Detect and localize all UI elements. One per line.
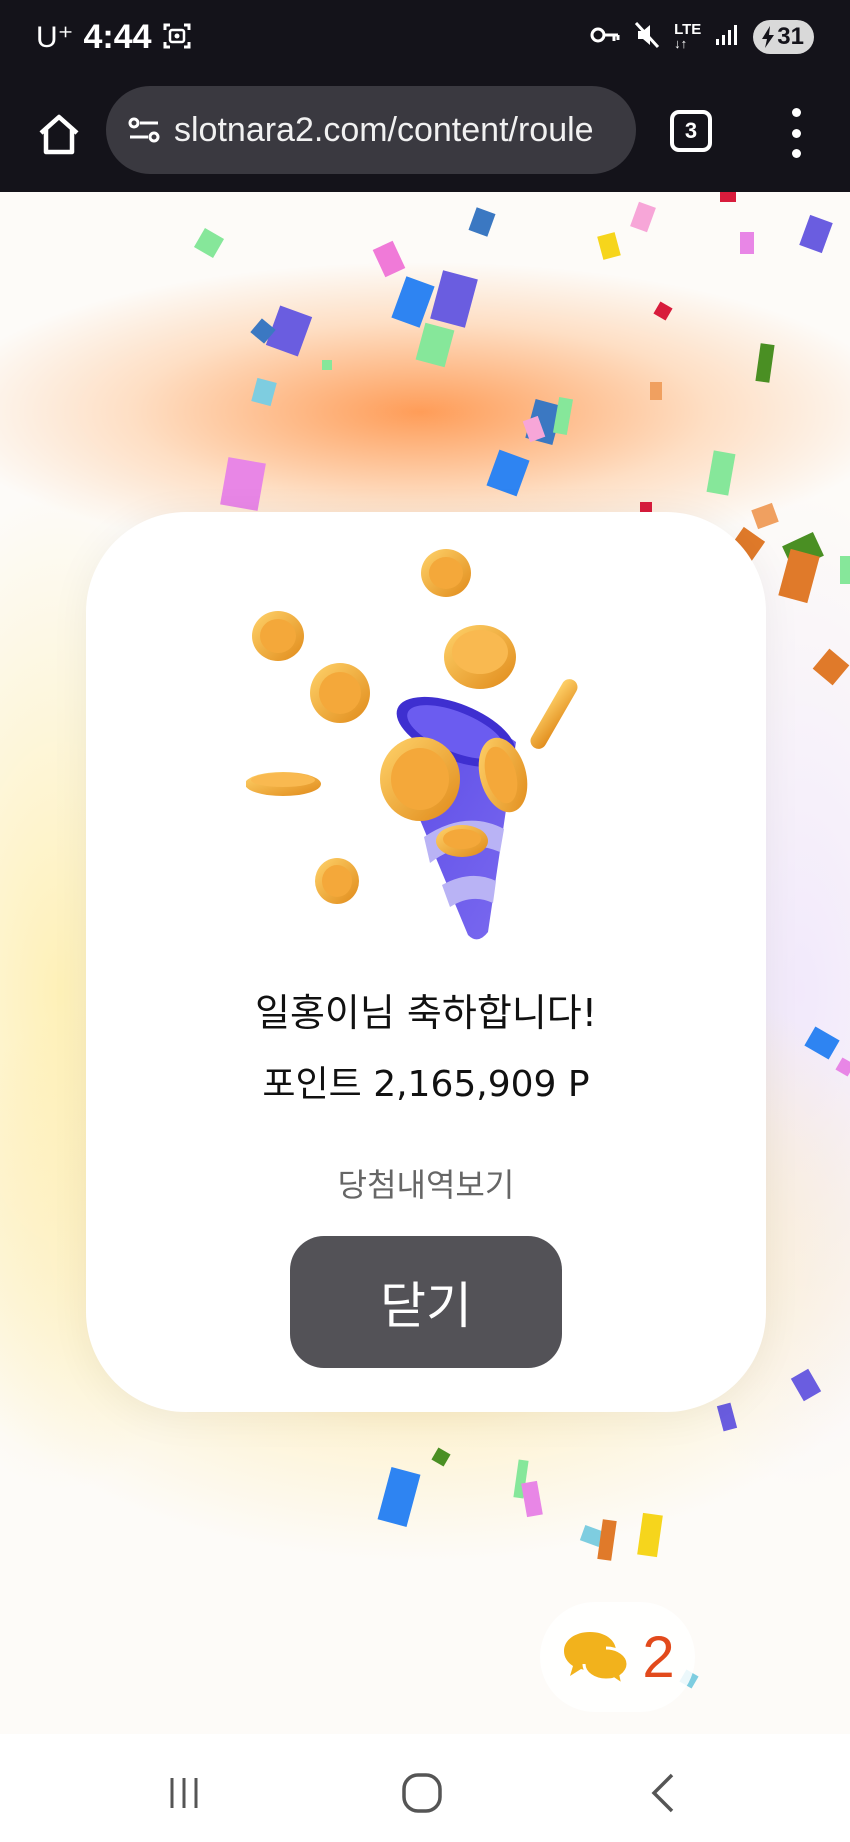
signal-icon — [715, 23, 739, 51]
clock: 4:44 — [83, 18, 152, 56]
screenshot-icon — [162, 21, 192, 55]
battery-level: 31 — [777, 23, 804, 50]
system-nav-bar — [0, 1734, 850, 1842]
recent-apps-button[interactable] — [154, 1768, 214, 1818]
site-settings-icon[interactable] — [124, 110, 164, 150]
coin-party-popper-icon — [246, 549, 578, 940]
browser-menu-button[interactable] — [780, 108, 812, 158]
carrier-label: U⁺ — [36, 21, 74, 54]
battery-indicator: 31 — [753, 20, 814, 54]
network-type: LTE ↓↑ — [674, 21, 702, 51]
mute-icon — [634, 21, 660, 53]
url-text: slotnara2.com/content/roule — [174, 110, 594, 149]
close-button[interactable]: 닫기 — [290, 1236, 562, 1368]
menu-dot-icon — [791, 128, 801, 138]
vpn-key-icon — [590, 25, 620, 49]
chat-count-badge: 2 — [642, 1624, 675, 1690]
charging-bolt-icon — [762, 26, 775, 48]
menu-dot-icon — [791, 108, 801, 117]
status-bar: U⁺ 4:44 LTE ↓↑ 31 — [0, 0, 850, 80]
win-modal: 일홍이님 축하합니다! 포인트 2,165,909 P 당첨내역보기 닫기 — [86, 512, 766, 1412]
back-button[interactable] — [632, 1768, 692, 1818]
back-chevron-icon — [651, 1773, 674, 1813]
win-history-link[interactable]: 당첨내역보기 — [86, 1160, 766, 1206]
chat-widget[interactable]: 2 — [540, 1602, 695, 1712]
address-bar[interactable]: slotnara2.com/content/roule — [106, 86, 636, 174]
menu-dot-icon — [791, 149, 801, 158]
tab-switcher-button[interactable]: 3 — [670, 110, 712, 152]
page-content: 일홍이님 축하합니다! 포인트 2,165,909 P 당첨내역보기 닫기 2 — [0, 192, 850, 1734]
home-icon — [39, 114, 79, 155]
points-amount: 포인트 2,165,909 P — [262, 1064, 590, 1105]
congrats-message: 일홍이님 축하합니다! — [255, 991, 597, 1035]
home-circle-icon — [402, 1773, 442, 1813]
home-nav-button[interactable] — [392, 1768, 452, 1818]
browser-toolbar: slotnara2.com/content/roule 3 — [0, 80, 850, 192]
home-button[interactable] — [28, 104, 90, 166]
recent-apps-icon — [170, 1778, 198, 1808]
chat-bubbles-icon — [564, 1632, 630, 1686]
